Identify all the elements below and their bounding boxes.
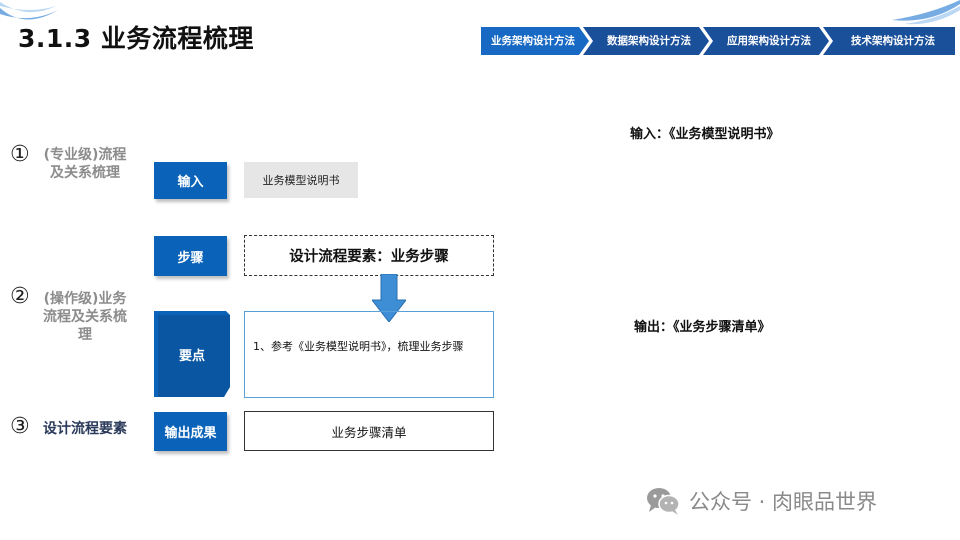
phase-label-3: 设计流程要素 <box>43 421 127 437</box>
output-tag-label: 输出成果 <box>164 426 217 441</box>
steps-tag-label: 步骤 <box>177 250 204 266</box>
output-tag: 输出成果 <box>154 412 227 451</box>
input-box: 业务模型说明书 <box>244 162 358 198</box>
watermark-text: 公众号 · 肉眼品世界 <box>689 490 878 514</box>
header-swoosh-right <box>892 0 960 25</box>
steps-box: 设计流程要素：业务步骤 <box>244 235 494 276</box>
phase-marker-3: ③ <box>10 414 30 439</box>
wechat-icon <box>647 488 680 515</box>
phase-marker-2: ② <box>10 284 30 309</box>
input-box-text: 业务模型说明书 <box>262 174 340 187</box>
method-step-nav: 业务架构设计方法 数据架构设计方法 应用架构设计方法 技术架构设计方法 <box>481 27 955 55</box>
step-tab-application[interactable]: 应用架构设计方法 <box>713 27 825 55</box>
phase-marker-1: ① <box>10 142 30 167</box>
steps-tag: 步骤 <box>154 236 227 276</box>
phase-label-2: (操作级)业务流程及关系梳理 <box>43 291 127 343</box>
points-box-text: 1、参考《业务模型说明书》，梳理业务步骤 <box>253 340 464 353</box>
points-tag: 要点 <box>154 311 230 397</box>
steps-box-text: 设计流程要素：业务步骤 <box>289 249 449 265</box>
points-box: 1、参考《业务模型说明书》，梳理业务步骤 <box>244 311 494 398</box>
output-box-text: 业务步骤清单 <box>331 424 407 440</box>
page-title: 3.1.3 业务流程梳理 <box>18 24 254 53</box>
output-box: 业务步骤清单 <box>244 411 494 451</box>
watermark: 公众号 · 肉眼品世界 <box>645 486 877 516</box>
step-tab-data[interactable]: 数据架构设计方法 <box>593 27 705 55</box>
input-doc-label: 输入：《业务模型说明书》 <box>630 127 780 142</box>
points-tag-label: 要点 <box>178 348 205 364</box>
phase-label-1: (专业级)流程及关系梳理 <box>43 147 127 181</box>
output-doc-label: 输出：《业务步骤清单》 <box>634 320 771 335</box>
input-tag: 输入 <box>154 162 227 199</box>
step-tab-technology[interactable]: 技术架构设计方法 <box>835 27 951 55</box>
input-tag-label: 输入 <box>177 175 204 190</box>
step-tab-business[interactable]: 业务架构设计方法 <box>483 27 583 55</box>
